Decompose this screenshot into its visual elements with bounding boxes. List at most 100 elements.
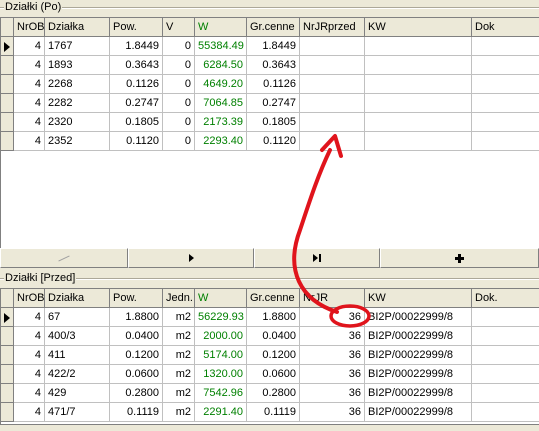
top-grid-cell[interactable] xyxy=(300,75,365,94)
top-grid-cell[interactable]: 0 xyxy=(163,56,195,75)
bottom-grid-col-header[interactable]: Działka xyxy=(45,289,110,308)
top-grid-cell[interactable]: 2293.40 xyxy=(195,132,247,151)
bottom-grid-col-header[interactable]: W xyxy=(195,289,247,308)
bottom-grid-cell[interactable]: BI2P/00022999/8 xyxy=(365,403,472,422)
bottom-grid-cell[interactable]: 0.0600 xyxy=(247,365,300,384)
bottom-grid-cell[interactable]: m2 xyxy=(163,403,195,422)
top-grid-cell[interactable]: 4 xyxy=(14,113,45,132)
bottom-grid-cell[interactable]: m2 xyxy=(163,327,195,346)
bottom-grid-cell[interactable]: 36 xyxy=(300,327,365,346)
top-grid-cell[interactable]: 2282 xyxy=(45,94,110,113)
bottom-grid-col-header[interactable]: KW xyxy=(365,289,472,308)
top-grid-cell[interactable]: 1.8449 xyxy=(247,37,300,56)
top-grid-cell[interactable]: 0.1126 xyxy=(110,75,163,94)
bottom-grid-cell[interactable]: 4 xyxy=(14,308,45,327)
top-grid-cell[interactable]: 55384.49 xyxy=(195,37,247,56)
bottom-grid-cell[interactable]: m2 xyxy=(163,384,195,403)
top-grid-cell[interactable]: 4 xyxy=(14,37,45,56)
top-grid-cell[interactable]: 1.8449 xyxy=(110,37,163,56)
top-grid-cell[interactable] xyxy=(365,75,472,94)
top-grid-cell[interactable] xyxy=(365,94,472,113)
top-grid-cell[interactable]: 2320 xyxy=(45,113,110,132)
bottom-grid-row-indicator[interactable] xyxy=(1,327,14,346)
top-grid-cell[interactable]: 0.2747 xyxy=(110,94,163,113)
top-grid-cell[interactable] xyxy=(472,113,539,132)
top-grid-cell[interactable] xyxy=(300,113,365,132)
bottom-grid-col-header[interactable]: Jedn. xyxy=(163,289,195,308)
bottom-grid-cell[interactable]: 2000.00 xyxy=(195,327,247,346)
top-grid-col-header[interactable]: Pow. xyxy=(110,18,163,37)
bottom-grid-cell[interactable] xyxy=(472,384,539,403)
last-button[interactable] xyxy=(254,248,380,268)
top-grid-cell[interactable]: 0.2747 xyxy=(247,94,300,113)
top-grid-cell[interactable] xyxy=(365,132,472,151)
bottom-grid-cell[interactable]: BI2P/00022999/8 xyxy=(365,308,472,327)
top-grid-cell[interactable] xyxy=(365,113,472,132)
bottom-grid-cell[interactable] xyxy=(472,365,539,384)
top-grid-cell[interactable]: 0.1120 xyxy=(110,132,163,151)
bottom-grid-cell[interactable]: 0.1119 xyxy=(247,403,300,422)
top-grid-cell[interactable]: 2352 xyxy=(45,132,110,151)
top-grid-cell[interactable]: 2268 xyxy=(45,75,110,94)
bottom-grid-col-header[interactable]: NrJR xyxy=(300,289,365,308)
top-grid[interactable]: NrOB Działka Pow. V W Gr.cenne NrJRprzed KW Dok 4… xyxy=(0,17,539,248)
bottom-grid-cell[interactable]: 4 xyxy=(14,403,45,422)
bottom-grid-row-indicator[interactable] xyxy=(1,384,14,403)
top-grid-cell[interactable]: 0.3643 xyxy=(110,56,163,75)
top-grid-cell[interactable]: 0 xyxy=(163,75,195,94)
top-grid-cell[interactable]: 1893 xyxy=(45,56,110,75)
bottom-grid-col-header[interactable]: Gr.cenne xyxy=(247,289,300,308)
top-grid-col-header[interactable]: NrOB xyxy=(14,18,45,37)
top-grid-col-header[interactable]: Działka xyxy=(45,18,110,37)
bottom-grid-row-indicator[interactable] xyxy=(1,308,14,327)
bottom-grid-cell[interactable]: m2 xyxy=(163,346,195,365)
top-grid-cell[interactable]: 0 xyxy=(163,37,195,56)
bottom-grid-col-header[interactable]: Pow. xyxy=(110,289,163,308)
top-grid-col-header[interactable]: Gr.cenne xyxy=(247,18,300,37)
bottom-grid-cell[interactable]: 4 xyxy=(14,384,45,403)
top-grid-cell[interactable] xyxy=(300,132,365,151)
bottom-grid-cell[interactable]: 0.0400 xyxy=(110,327,163,346)
top-grid-cell[interactable]: 0 xyxy=(163,94,195,113)
top-grid-cell[interactable] xyxy=(472,37,539,56)
top-grid-cell[interactable] xyxy=(300,37,365,56)
bottom-grid-col-header[interactable]: Dok. xyxy=(472,289,539,308)
bottom-grid-cell[interactable]: 0.1200 xyxy=(247,346,300,365)
bottom-grid-cell[interactable]: 1320.00 xyxy=(195,365,247,384)
bottom-grid-cell[interactable]: 0.1119 xyxy=(110,403,163,422)
top-grid-cell[interactable]: 4 xyxy=(14,56,45,75)
next-button[interactable] xyxy=(128,248,254,268)
bottom-grid-cell[interactable]: 0.0400 xyxy=(247,327,300,346)
top-grid-cell[interactable]: 4649.20 xyxy=(195,75,247,94)
bottom-grid-row-indicator[interactable] xyxy=(1,346,14,365)
top-grid-col-header[interactable]: NrJRprzed xyxy=(300,18,365,37)
bottom-grid-cell[interactable]: 2291.40 xyxy=(195,403,247,422)
top-grid-row-indicator[interactable] xyxy=(1,56,14,75)
top-grid-cell[interactable] xyxy=(472,56,539,75)
bottom-grid-cell[interactable]: 0.0600 xyxy=(110,365,163,384)
bottom-grid-cell[interactable]: 1.8800 xyxy=(247,308,300,327)
bottom-grid-cell[interactable]: 36 xyxy=(300,403,365,422)
bottom-grid-row-indicator[interactable] xyxy=(1,365,14,384)
bottom-grid-cell[interactable]: BI2P/00022999/8 xyxy=(365,346,472,365)
top-grid-cell[interactable]: 2173.39 xyxy=(195,113,247,132)
bottom-grid-cell[interactable]: 36 xyxy=(300,365,365,384)
bottom-grid-cell[interactable]: 0.2800 xyxy=(247,384,300,403)
bottom-grid-cell[interactable]: 4 xyxy=(14,365,45,384)
top-grid-cell[interactable]: 4 xyxy=(14,75,45,94)
top-grid-cell[interactable] xyxy=(300,94,365,113)
bottom-grid-cell[interactable]: 4 xyxy=(14,327,45,346)
bottom-grid-cell[interactable]: 67 xyxy=(45,308,110,327)
bottom-grid-cell[interactable] xyxy=(472,308,539,327)
bottom-grid-cell[interactable]: m2 xyxy=(163,308,195,327)
top-grid-cell[interactable]: 0.1126 xyxy=(247,75,300,94)
top-grid-cell[interactable] xyxy=(365,37,472,56)
top-grid-cell[interactable]: 0.1120 xyxy=(247,132,300,151)
bottom-grid-cell[interactable] xyxy=(472,346,539,365)
bottom-grid-col-header[interactable]: NrOB xyxy=(14,289,45,308)
top-grid-cell[interactable]: 0.1805 xyxy=(247,113,300,132)
top-grid-cell[interactable]: 1767 xyxy=(45,37,110,56)
top-grid-cell[interactable]: 4 xyxy=(14,132,45,151)
bottom-grid-cell[interactable]: 4 xyxy=(14,346,45,365)
bottom-grid-cell[interactable]: 471/7 xyxy=(45,403,110,422)
